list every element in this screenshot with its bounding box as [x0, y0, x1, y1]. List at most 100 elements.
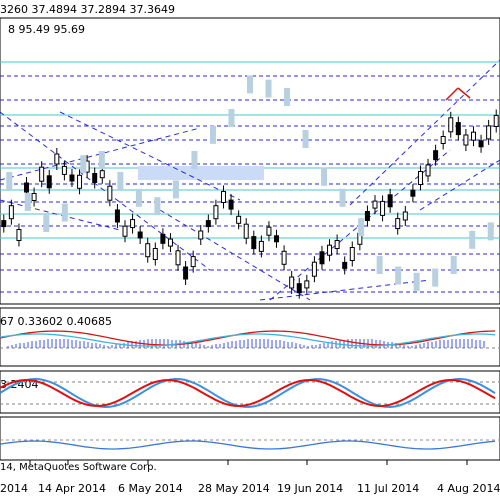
ghost-candle — [432, 268, 439, 287]
candle-body — [220, 191, 226, 203]
candle-body — [8, 205, 14, 220]
candle-body — [167, 238, 173, 247]
candle-body — [24, 182, 30, 193]
candle-body — [304, 280, 310, 289]
candle-body — [334, 240, 340, 249]
candle-body — [380, 200, 386, 216]
x-axis-tick-label: 19 Jun 2014 — [277, 482, 343, 495]
ghost-candle — [358, 218, 365, 237]
x-axis-tick-label: 14 Apr 2014 — [38, 482, 106, 495]
candle-body — [274, 235, 280, 243]
candle-body — [448, 117, 454, 133]
candle-body — [395, 218, 401, 230]
x-axis-tick-label: 6 May 2014 — [118, 482, 183, 495]
candle-body — [137, 231, 143, 239]
ghost-candle — [98, 151, 105, 169]
candle-body — [61, 165, 67, 175]
candle-body — [190, 256, 196, 268]
candle-body — [319, 251, 325, 265]
trading-chart[interactable]: 3260 37.4894 37.2894 37.3649 8 95.49 95.… — [0, 0, 500, 500]
candle-body — [372, 200, 378, 209]
candle-body — [46, 175, 52, 189]
candle-body — [402, 211, 408, 221]
candle-body — [130, 219, 136, 229]
candle-body — [266, 226, 272, 236]
candle-body — [410, 189, 416, 197]
candle-body — [160, 233, 166, 244]
candle-body — [281, 250, 287, 265]
candle-body — [1, 220, 7, 228]
candle-body — [213, 205, 219, 220]
x-axis-tick-label: 2014 — [0, 482, 28, 495]
candle-body — [387, 194, 393, 208]
ghost-candle — [191, 151, 198, 169]
candle-body — [433, 150, 439, 161]
candle-body — [463, 134, 469, 146]
candle-body — [486, 125, 492, 140]
candle-body — [425, 164, 431, 177]
ghost-candle — [24, 193, 31, 211]
ghost-candle — [80, 155, 87, 174]
x-axis-tick-label: 11 Jul 2014 — [357, 482, 419, 495]
ghost-candle — [172, 180, 179, 199]
candle-body — [39, 166, 45, 182]
macd-readout: 67 0.33602 0.40685 — [0, 315, 112, 328]
highlight-zone — [138, 166, 264, 180]
ghost-candle — [209, 125, 216, 144]
ghost-candle — [247, 75, 253, 94]
candle-body — [311, 261, 317, 277]
candle-body — [349, 247, 355, 261]
candle-body — [183, 266, 189, 280]
candle-body — [455, 122, 461, 136]
ghost-candle — [469, 230, 476, 249]
chart-background — [0, 0, 500, 500]
candle-body — [493, 115, 499, 127]
candle-body — [31, 193, 37, 201]
ghost-candle — [450, 256, 457, 274]
candle-body — [327, 244, 333, 256]
candle-body — [296, 283, 302, 294]
candle-body — [364, 211, 370, 221]
candle-body — [236, 215, 242, 224]
candle-body — [251, 236, 257, 250]
candle-body — [289, 276, 295, 289]
candle-body — [77, 174, 83, 189]
ghost-candle — [321, 167, 328, 186]
candle-body — [198, 230, 204, 240]
candle-body — [107, 185, 113, 201]
candle-body — [258, 240, 264, 252]
candle-body — [54, 153, 60, 165]
candle-body — [175, 250, 181, 266]
ghost-candle — [302, 130, 309, 148]
candle-body — [69, 174, 75, 182]
ghost-candle — [487, 222, 494, 241]
ghost-candle — [376, 256, 383, 274]
candle-body — [145, 243, 151, 258]
candle-body — [92, 173, 98, 183]
candle-body — [122, 225, 128, 237]
ghost-candle — [395, 266, 402, 285]
candle-body — [152, 248, 158, 260]
candle-body — [440, 136, 446, 144]
ghost-candle — [339, 188, 346, 207]
candle-body — [417, 171, 423, 185]
candle-body — [228, 199, 234, 210]
candle-body — [205, 220, 211, 228]
ghost-candle — [6, 172, 13, 190]
ghost-candle — [413, 272, 420, 291]
ghost-candle — [135, 188, 142, 207]
ghost-candle — [228, 109, 235, 127]
candle-body — [478, 140, 484, 148]
ohlc-readout: 3260 37.4894 37.2894 37.3649 — [0, 3, 175, 16]
candle-body — [342, 261, 348, 269]
ghost-candle — [43, 214, 50, 232]
candle-body — [470, 131, 476, 141]
indicator-readout: 8 95.49 95.69 — [8, 23, 85, 36]
ghost-candle — [117, 172, 124, 190]
candle-body — [99, 170, 105, 179]
ghost-candle — [284, 88, 291, 106]
candle-body — [114, 209, 120, 223]
x-axis-tick-label: 28 May 2014 — [198, 482, 270, 495]
ghost-candle — [265, 79, 272, 98]
candle-body — [243, 223, 249, 239]
